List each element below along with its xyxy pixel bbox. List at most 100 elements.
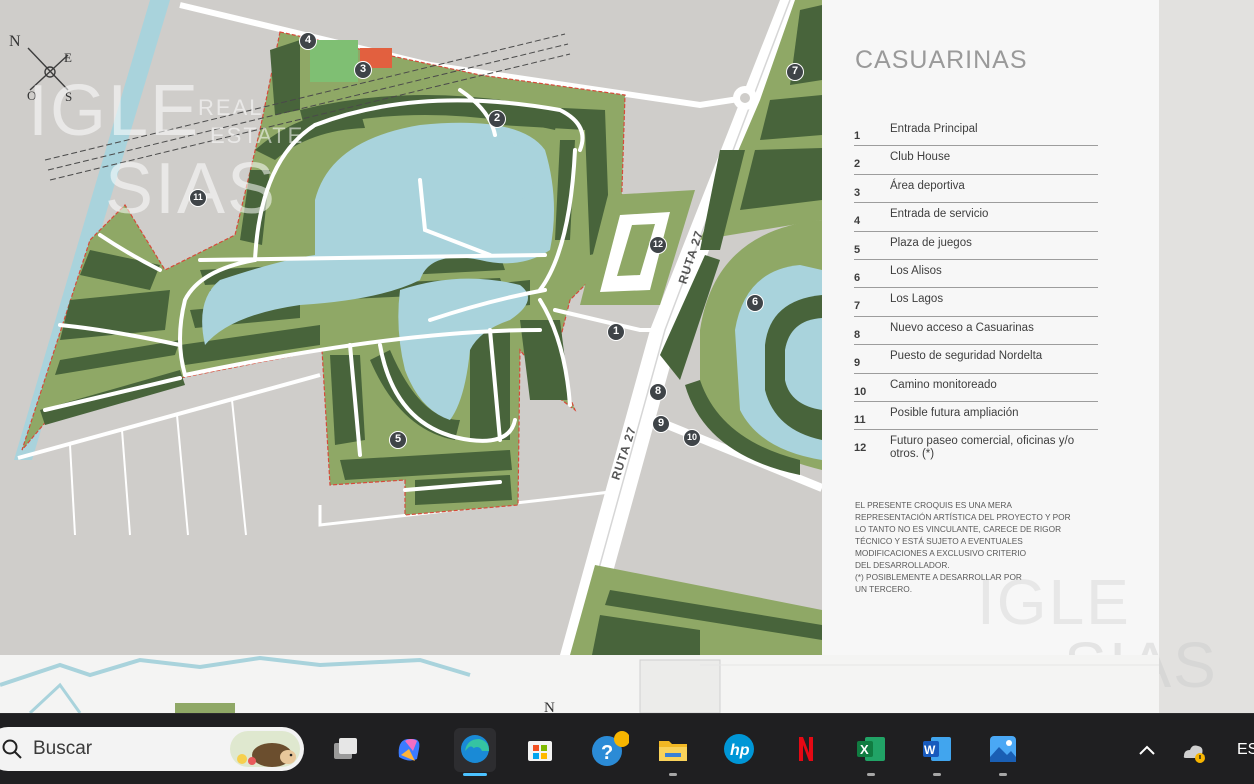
search-icon xyxy=(2,739,22,759)
edge-active-indicator xyxy=(463,773,487,776)
word-icon: W xyxy=(923,737,951,761)
search-placeholder: Buscar xyxy=(33,738,93,759)
disclaimer-line: UN TERCERO. xyxy=(855,584,913,594)
compass-s-label: S xyxy=(65,89,73,104)
legend-item-label: Los Alisos xyxy=(890,264,942,277)
legend-item: 2 Club House xyxy=(854,146,1098,175)
excel-running-indicator xyxy=(867,773,875,776)
legend-list: 1 Entrada Principal 2 Club House 3 Área depor… xyxy=(854,118,1098,464)
netflix-button[interactable] xyxy=(784,728,826,772)
legend-item: 7 Los Lagos xyxy=(854,288,1098,317)
map-marker-4: 4 xyxy=(299,32,317,50)
store-button[interactable] xyxy=(519,728,561,772)
legend-item: 4 Entrada de servicio xyxy=(854,203,1098,232)
legend-item-label: Camino monitoreado xyxy=(890,378,997,391)
legend-item-number: 12 xyxy=(854,442,867,455)
map-marker-2: 2 xyxy=(488,110,506,128)
compass-n-label: N xyxy=(9,33,21,50)
legend-item-number: 3 xyxy=(854,186,861,199)
copilot-button[interactable] xyxy=(388,728,430,772)
excel-icon: X xyxy=(857,737,885,761)
search-highlight-hedgehog-icon xyxy=(230,731,300,767)
legend-item-label: Entrada de servicio xyxy=(890,208,989,221)
photos-running-indicator xyxy=(999,773,1007,776)
word-running-indicator xyxy=(933,773,941,776)
language-indicator[interactable]: ES xyxy=(1237,741,1254,759)
folder-icon xyxy=(659,741,687,761)
map-marker-9: 9 xyxy=(652,415,670,433)
taskbar-search[interactable]: Buscar xyxy=(0,727,304,771)
chevron-up-icon[interactable] xyxy=(1137,740,1157,760)
map-marker-3: 3 xyxy=(354,61,372,79)
store-icon xyxy=(528,741,552,761)
disclaimer-note: EL PRESENTE CROQUIS ES UNA MERA REPRESENT… xyxy=(855,499,1095,595)
map-marker-7: 7 xyxy=(786,63,804,81)
disclaimer-line: EL PRESENTE CROQUIS ES UNA MERA xyxy=(855,500,1012,510)
legend-item: 1 Entrada Principal xyxy=(854,118,1098,147)
edge-icon xyxy=(461,735,489,763)
file-explorer-running-indicator xyxy=(669,773,677,776)
legend-item-number: 2 xyxy=(854,158,861,171)
legend-item: 6 Los Alisos xyxy=(854,260,1098,289)
legend-item: 3 Área deportiva xyxy=(854,175,1098,204)
viewer-gutter: SIAS xyxy=(1064,0,1254,713)
legend-item: 8 Nuevo acceso a Casuarinas xyxy=(854,317,1098,346)
legend-item-number: 11 xyxy=(854,413,866,426)
legend-item-label: Plaza de juegos xyxy=(890,236,972,249)
edge-button[interactable] xyxy=(454,728,496,776)
map-marker-6: 6 xyxy=(746,294,764,312)
help-button[interactable]: ? xyxy=(586,728,629,772)
pdf-viewer-canvas[interactable]: N E O S RUTA 27 RUTA 27 IGLE SIAS REAL E… xyxy=(0,0,1254,713)
legend-item-number: 9 xyxy=(854,357,861,370)
legend-item-number: 6 xyxy=(854,271,861,284)
next-page-compass-n: N xyxy=(544,700,555,713)
legend-item-number: 1 xyxy=(854,130,861,142)
next-page-map xyxy=(0,655,1159,713)
map-marker-5: 5 xyxy=(389,431,407,449)
file-explorer-button[interactable] xyxy=(652,728,694,776)
hp-button[interactable]: hp xyxy=(718,728,760,772)
word-button[interactable]: W xyxy=(916,728,958,776)
site-plan-drawing xyxy=(0,0,822,655)
svg-text:hp: hp xyxy=(730,742,750,759)
legend-item-label: Posible futura ampliación xyxy=(890,406,1019,419)
svg-text:?: ? xyxy=(601,742,613,764)
excel-button[interactable]: X xyxy=(850,728,892,776)
copilot-icon xyxy=(398,739,420,761)
legend-item: 5 Plaza de juegos xyxy=(854,232,1098,260)
map-marker-10: 10 xyxy=(683,429,701,447)
task-view-button[interactable] xyxy=(324,728,366,772)
hp-icon: hp xyxy=(724,734,754,764)
legend-item-number: 5 xyxy=(854,243,861,256)
legend-panel: CASUARINAS 1 Entrada Principal 2 Club House… xyxy=(822,0,1159,655)
photos-button[interactable] xyxy=(982,728,1024,776)
compass-o-label: O xyxy=(27,88,37,103)
onedrive-warning-icon[interactable] xyxy=(1180,740,1208,764)
site-plan-map: N E O S RUTA 27 RUTA 27 IGLE SIAS REAL E… xyxy=(0,0,822,655)
map-marker-12: 12 xyxy=(649,236,667,254)
photos-icon xyxy=(990,736,1016,762)
legend-item-label: Club House xyxy=(890,151,951,164)
svg-text:W: W xyxy=(924,743,936,757)
legend-item-label: Área deportiva xyxy=(890,179,965,192)
legend-item-label: Los Lagos xyxy=(890,293,944,306)
legend-item: 12 Futuro paseo comercial, oficinas y/o o… xyxy=(854,430,1098,464)
legend-item-number: 4 xyxy=(854,215,861,228)
legend-item-label: Puesto de seguridad Nordelta xyxy=(890,350,1043,363)
disclaimer-line: (*) POSIBLEMENTE A DESARROLLAR POR xyxy=(855,572,1022,582)
taskbar: Buscar ? hp X W ES xyxy=(0,713,1254,784)
legend-item-number: 10 xyxy=(854,385,867,398)
help-icon: ? xyxy=(592,731,629,766)
legend-item: 11 Posible futura ampliación xyxy=(854,402,1098,431)
legend-item-label: Entrada Principal xyxy=(890,123,978,135)
legend-item: 9 Puesto de seguridad Nordelta xyxy=(854,345,1098,374)
disclaimer-line: MODIFICACIONES A EXCLUSIVO CRITERIO xyxy=(855,548,1027,558)
netflix-icon xyxy=(799,737,813,761)
map-marker-11: 11 xyxy=(189,189,207,207)
disclaimer-line: DEL DESARROLLADOR. xyxy=(855,560,950,570)
legend-item: 10 Camino monitoreado xyxy=(854,374,1098,402)
map-marker-8: 8 xyxy=(649,383,667,401)
legend-title: CASUARINAS xyxy=(855,46,1028,74)
next-page-preview: N xyxy=(0,655,1159,713)
legend-item-label: Nuevo acceso a Casuarinas xyxy=(890,321,1034,334)
